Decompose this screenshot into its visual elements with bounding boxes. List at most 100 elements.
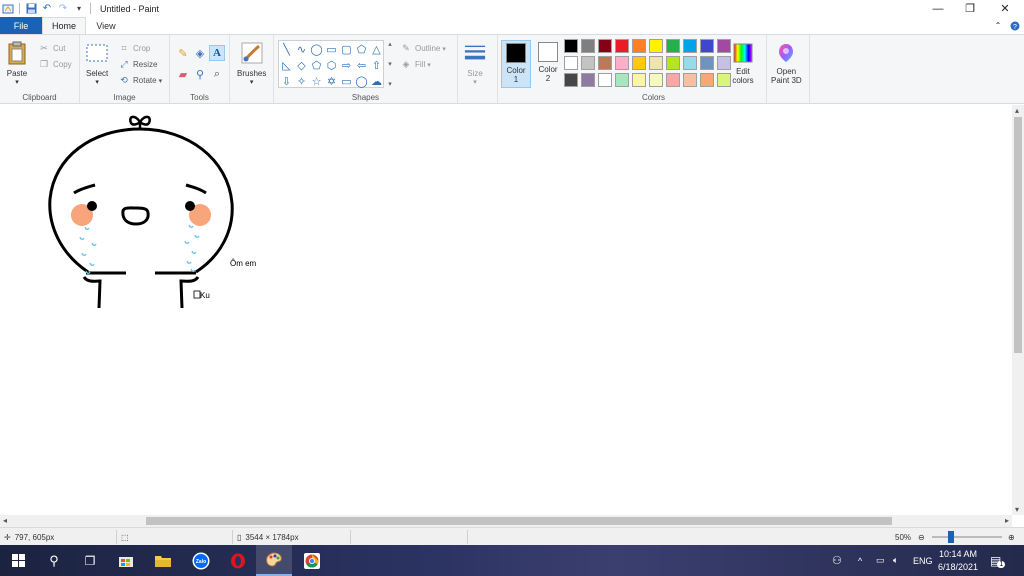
volume-control[interactable]: 🔈︎ [893, 545, 898, 576]
undo-icon[interactable]: ↶ [39, 2, 55, 16]
palette-color-swatch[interactable] [683, 39, 697, 53]
polygon-shape-icon[interactable]: ⬠ [354, 41, 369, 57]
palette-color-swatch[interactable] [598, 56, 612, 70]
palette-color-swatch[interactable] [700, 73, 714, 87]
vertical-scrollbar[interactable]: ▴ ▾ [1012, 105, 1024, 515]
palette-color-swatch[interactable] [649, 73, 663, 87]
pentagon-shape-icon[interactable]: ⬠ [309, 57, 324, 73]
palette-color-swatch[interactable] [581, 56, 595, 70]
palette-color-swatch[interactable] [615, 73, 629, 87]
show-hidden-icons-button[interactable]: ^ [858, 545, 862, 576]
battery-status[interactable]: ▭ [876, 545, 885, 576]
up-arrow-shape-icon[interactable]: ⇧ [369, 57, 384, 73]
zoom-in-icon[interactable]: ⊕ [1008, 533, 1015, 542]
palette-color-swatch[interactable] [717, 73, 731, 87]
taskbar-paint[interactable] [256, 545, 292, 576]
help-icon[interactable]: ? [1008, 17, 1022, 34]
tab-view[interactable]: View [86, 17, 126, 34]
minimize-ribbon-icon[interactable]: ⌃ [992, 17, 1004, 34]
palette-color-swatch[interactable] [666, 73, 680, 87]
zoom-slider[interactable] [932, 528, 1002, 546]
chevron-down-icon[interactable]: ▾ [388, 60, 392, 68]
palette-color-swatch[interactable] [598, 73, 612, 87]
palette-color-swatch[interactable] [649, 39, 663, 53]
palette-color-swatch[interactable] [717, 56, 731, 70]
palette-color-swatch[interactable] [564, 56, 578, 70]
size-button[interactable]: Size ▾ [464, 41, 486, 86]
color-1-button[interactable]: Color 1 [501, 40, 531, 88]
triangle-shape-icon[interactable]: △ [369, 41, 384, 57]
tab-file[interactable]: File [0, 17, 42, 34]
text-tool-icon[interactable]: A [209, 45, 225, 61]
left-arrow-shape-icon[interactable]: ⇦ [354, 57, 369, 73]
palette-color-swatch[interactable] [564, 39, 578, 53]
scroll-right-icon[interactable]: ▸ [1005, 516, 1009, 525]
color-picker-icon[interactable]: ⚲ [192, 66, 208, 82]
search-button[interactable]: ⚲ [36, 545, 72, 576]
four-point-star-shape-icon[interactable]: ✧ [294, 73, 309, 89]
color-2-button[interactable]: Color 2 [533, 40, 563, 88]
select-button[interactable]: Select ▾ [86, 41, 108, 86]
scroll-up-icon[interactable]: ▴ [1015, 106, 1019, 115]
palette-color-swatch[interactable] [717, 39, 731, 53]
chevron-down-icon[interactable]: ▾ [71, 2, 87, 16]
palette-color-swatch[interactable] [683, 73, 697, 87]
taskbar-chrome[interactable] [294, 545, 330, 576]
palette-color-swatch[interactable] [666, 56, 680, 70]
fill-bucket-icon[interactable]: ◈ [192, 45, 208, 61]
callout-oval-shape-icon[interactable]: ◯ [354, 73, 369, 89]
palette-color-swatch[interactable] [666, 39, 680, 53]
edit-colors-button[interactable]: Edit colors [732, 41, 754, 85]
scroll-down-icon[interactable]: ▾ [1015, 505, 1019, 514]
zoom-out-button[interactable]: ⊖ [918, 528, 925, 546]
palette-color-swatch[interactable] [581, 73, 595, 87]
people-button[interactable]: ⚇ [832, 545, 842, 576]
taskbar-zalo[interactable]: Zalo [183, 545, 219, 576]
palette-color-swatch[interactable] [683, 56, 697, 70]
taskbar-file-explorer[interactable] [145, 545, 181, 576]
hexagon-shape-icon[interactable]: ⬡ [324, 57, 339, 73]
palette-color-swatch[interactable] [581, 39, 595, 53]
paste-button[interactable]: Paste ▾ [6, 41, 28, 86]
five-point-star-shape-icon[interactable]: ☆ [309, 73, 324, 89]
curve-shape-icon[interactable]: ∿ [294, 41, 309, 57]
palette-color-swatch[interactable] [700, 39, 714, 53]
crop-button[interactable]: ⌗ Crop [118, 41, 150, 56]
redo-icon[interactable]: ↷ [55, 2, 71, 16]
paint-app-icon[interactable] [0, 2, 16, 16]
right-arrow-shape-icon[interactable]: ⇨ [339, 57, 354, 73]
zoom-slider-thumb[interactable] [948, 531, 954, 543]
magnifier-icon[interactable]: ⌕ [209, 66, 225, 82]
zoom-in-button[interactable]: ⊕ [1008, 528, 1015, 546]
cut-button[interactable]: ✂ Cut [38, 41, 65, 56]
input-language[interactable]: ENG [913, 545, 933, 576]
line-shape-icon[interactable]: ╲ [279, 41, 294, 57]
horizontal-scrollbar[interactable]: ◂ ▸ [0, 515, 1012, 527]
pencil-icon[interactable]: ✎ [175, 45, 191, 61]
gallery-expand-icon[interactable]: ▾ [388, 80, 392, 88]
rectangle-shape-icon[interactable]: ▭ [324, 41, 339, 57]
tab-home[interactable]: Home [42, 17, 86, 34]
palette-color-swatch[interactable] [615, 56, 629, 70]
drawing-canvas[interactable]: Ôm em Ku [0, 105, 1012, 515]
palette-color-swatch[interactable] [615, 39, 629, 53]
rounded-rectangle-shape-icon[interactable]: ▢ [339, 41, 354, 57]
oval-shape-icon[interactable]: ◯ [309, 41, 324, 57]
palette-color-swatch[interactable] [632, 39, 646, 53]
palette-color-swatch[interactable] [700, 56, 714, 70]
palette-color-swatch[interactable] [632, 56, 646, 70]
down-arrow-shape-icon[interactable]: ⇩ [279, 73, 294, 89]
save-icon[interactable] [23, 2, 39, 16]
rotate-button[interactable]: ⟲ Rotate ▾ [118, 73, 162, 88]
scroll-left-icon[interactable]: ◂ [3, 516, 7, 525]
brushes-button[interactable]: Brushes ▾ [237, 41, 266, 86]
clock[interactable]: 10:14 AM 6/18/2021 [938, 545, 978, 576]
action-center-button[interactable]: ▤ 1 [990, 545, 1006, 576]
task-view-button[interactable]: ❐ [72, 545, 108, 576]
restore-button[interactable]: ❐ [953, 0, 987, 17]
shapes-gallery-scroll[interactable]: ▴ ▾ ▾ [385, 40, 395, 88]
zoom-out-icon[interactable]: ⊖ [918, 533, 925, 542]
six-point-star-shape-icon[interactable]: ✡ [324, 73, 339, 89]
outline-button[interactable]: ✎ Outline ▾ [400, 41, 446, 56]
taskbar-opera[interactable] [220, 545, 256, 576]
